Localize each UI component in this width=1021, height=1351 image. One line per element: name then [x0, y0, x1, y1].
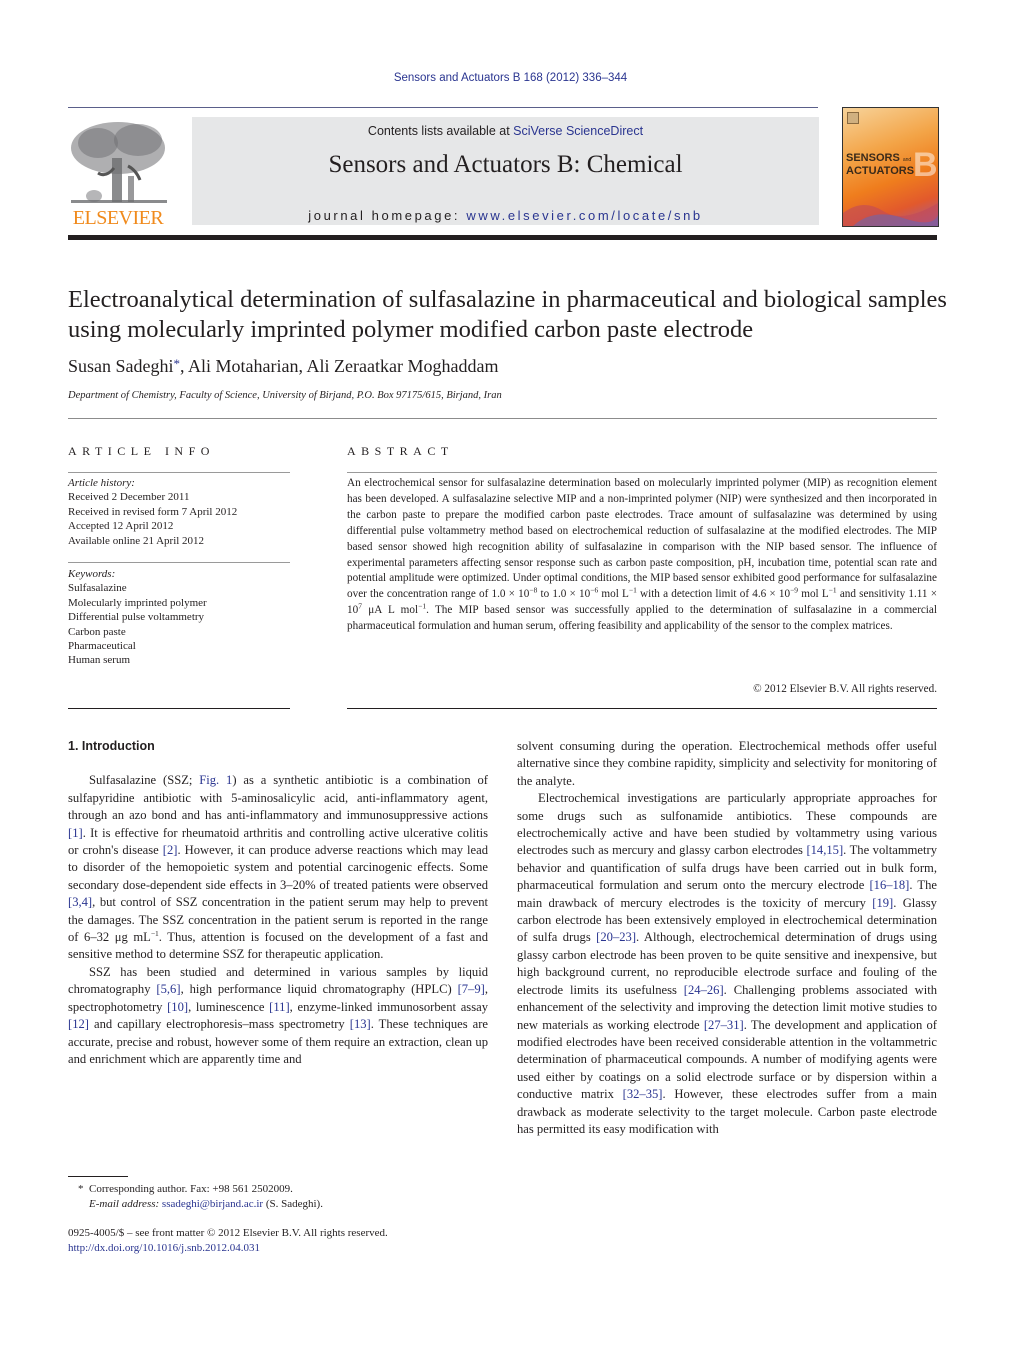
abstract-copyright: © 2012 Elsevier B.V. All rights reserved…	[753, 683, 937, 695]
journal-citation[interactable]: Sensors and Actuators B 168 (2012) 336–3…	[0, 72, 1021, 84]
journal-cover-image[interactable]: SENSORS and ACTUATORS B	[842, 107, 939, 227]
reference-link[interactable]: [12]	[68, 1017, 89, 1031]
body-paragraph: Electrochemical investigations are parti…	[517, 791, 937, 1136]
body-column-right: solvent consuming during the operation. …	[517, 738, 937, 1138]
divider	[68, 472, 290, 473]
reference-link[interactable]: [5,6]	[156, 982, 180, 996]
author-name[interactable]: Ali Zeraatkar Moghaddam	[307, 356, 499, 376]
reference-link[interactable]: [11]	[269, 1000, 290, 1014]
author-list: Susan Sadeghi*, Ali Motaharian, Ali Zera…	[68, 356, 499, 376]
reference-link[interactable]: [7–9]	[458, 982, 485, 996]
journal-title: Sensors and Actuators B: Chemical	[328, 151, 683, 178]
contents-line: Contents lists available at SciVerse Sci…	[192, 124, 819, 138]
history-item: Received 2 December 2011	[68, 491, 190, 504]
reference-link[interactable]: [2]	[163, 843, 178, 857]
affiliation: Department of Chemistry, Faculty of Scie…	[68, 390, 502, 401]
reference-link[interactable]: [14,15]	[806, 843, 843, 857]
keyword-item: Sulfasalazine	[68, 582, 127, 595]
abstract-heading: ABSTRACT	[347, 444, 454, 458]
reference-link[interactable]: [1]	[68, 826, 83, 840]
history-item: Available online 21 April 2012	[68, 534, 205, 547]
keyword-item: Carbon paste	[68, 625, 126, 638]
article-history-heading: Article history:	[68, 477, 135, 489]
sciencedirect-link[interactable]: SciVerse ScienceDirect	[513, 124, 643, 138]
history-item: Received in revised form 7 April 2012	[68, 505, 238, 518]
reference-link[interactable]: [32–35]	[623, 1087, 663, 1101]
article-title: Electroanalytical determination of sulfa…	[68, 286, 947, 343]
reference-link[interactable]: [13]	[350, 1017, 371, 1031]
homepage-label: journal homepage:	[308, 208, 467, 223]
keyword-item: Differential pulse voltammetry	[68, 611, 205, 624]
cover-art-icon	[843, 203, 938, 226]
corresponding-author-note: * Corresponding author. Fax: +98 561 250…	[78, 1183, 293, 1195]
front-matter: 0925-4005/$ – see front matter © 2012 El…	[68, 1226, 388, 1256]
cover-word-actuators: ACTUATORS	[846, 165, 915, 177]
figure-link[interactable]: Fig. 1	[199, 773, 232, 787]
footnote-rule	[68, 1176, 128, 1177]
corresponding-author-mark[interactable]: *	[174, 356, 181, 371]
cover-publisher-icon	[847, 112, 859, 124]
divider	[347, 472, 937, 473]
reference-link[interactable]: [24–26]	[684, 983, 724, 997]
keyword-item: Human serum	[68, 654, 131, 667]
elsevier-logo[interactable]: ELSEVIER	[68, 118, 168, 230]
cover-letter-b: B	[913, 146, 938, 184]
email-note: E-mail address: ssadeghi@birjand.ac.ir (…	[89, 1198, 323, 1210]
reference-link[interactable]: [16–18]	[869, 878, 909, 892]
email-link[interactable]: ssadeghi@birjand.ac.ir	[162, 1198, 263, 1210]
reference-link[interactable]: [10]	[167, 1000, 188, 1014]
author-name[interactable]: Ali Motaharian	[188, 356, 298, 376]
reference-link[interactable]: [3,4]	[68, 895, 92, 909]
journal-banner: Contents lists available at SciVerse Sci…	[192, 117, 819, 225]
header-rule	[68, 107, 818, 108]
article-info-heading: ARTICLE INFO	[68, 444, 215, 458]
body-paragraph: Sulfasalazine (SSZ; Fig. 1) as a synthet…	[68, 773, 488, 962]
contents-prefix: Contents lists available at	[367, 124, 514, 138]
header-thick-rule	[68, 235, 937, 240]
article-history: Article history: Received 2 December 201…	[68, 476, 237, 548]
section-heading: 1. Introduction	[68, 739, 155, 753]
body-column-left: 1. Introduction Sulfasalazine (SSZ; Fig.…	[68, 738, 488, 1068]
abstract-text: An electrochemical sensor for sulfasalaz…	[347, 477, 938, 633]
divider	[68, 418, 937, 419]
journal-homepage: journal homepage: www.elsevier.com/locat…	[192, 208, 819, 223]
reference-link[interactable]: [20–23]	[596, 930, 636, 944]
reference-link[interactable]: [27–31]	[704, 1018, 744, 1032]
divider	[347, 708, 937, 709]
body-paragraph: SSZ has been studied and determined in v…	[68, 964, 489, 1066]
body-paragraph: solvent consuming during the operation. …	[517, 739, 937, 788]
keywords-heading: Keywords:	[68, 568, 116, 580]
doi-link[interactable]: http://dx.doi.org/10.1016/j.snb.2012.04.…	[68, 1242, 260, 1254]
history-item: Accepted 12 April 2012	[68, 520, 174, 533]
divider	[68, 708, 290, 709]
keyword-item: Molecularly imprinted polymer	[68, 596, 207, 609]
elsevier-wordmark: ELSEVIER	[72, 207, 164, 229]
footnote-mark: *	[78, 1183, 84, 1195]
issn-copyright: 0925-4005/$ – see front matter © 2012 El…	[68, 1227, 388, 1239]
divider	[68, 562, 290, 563]
keywords: Keywords: Sulfasalazine Molecularly impr…	[68, 567, 207, 668]
reference-link[interactable]: [19]	[872, 896, 893, 910]
keyword-item: Pharmaceutical	[68, 640, 136, 653]
footnote: * Corresponding author. Fax: +98 561 250…	[78, 1182, 323, 1212]
homepage-link[interactable]: www.elsevier.com/locate/snb	[466, 208, 702, 223]
author-name[interactable]: Susan Sadeghi	[68, 356, 174, 376]
